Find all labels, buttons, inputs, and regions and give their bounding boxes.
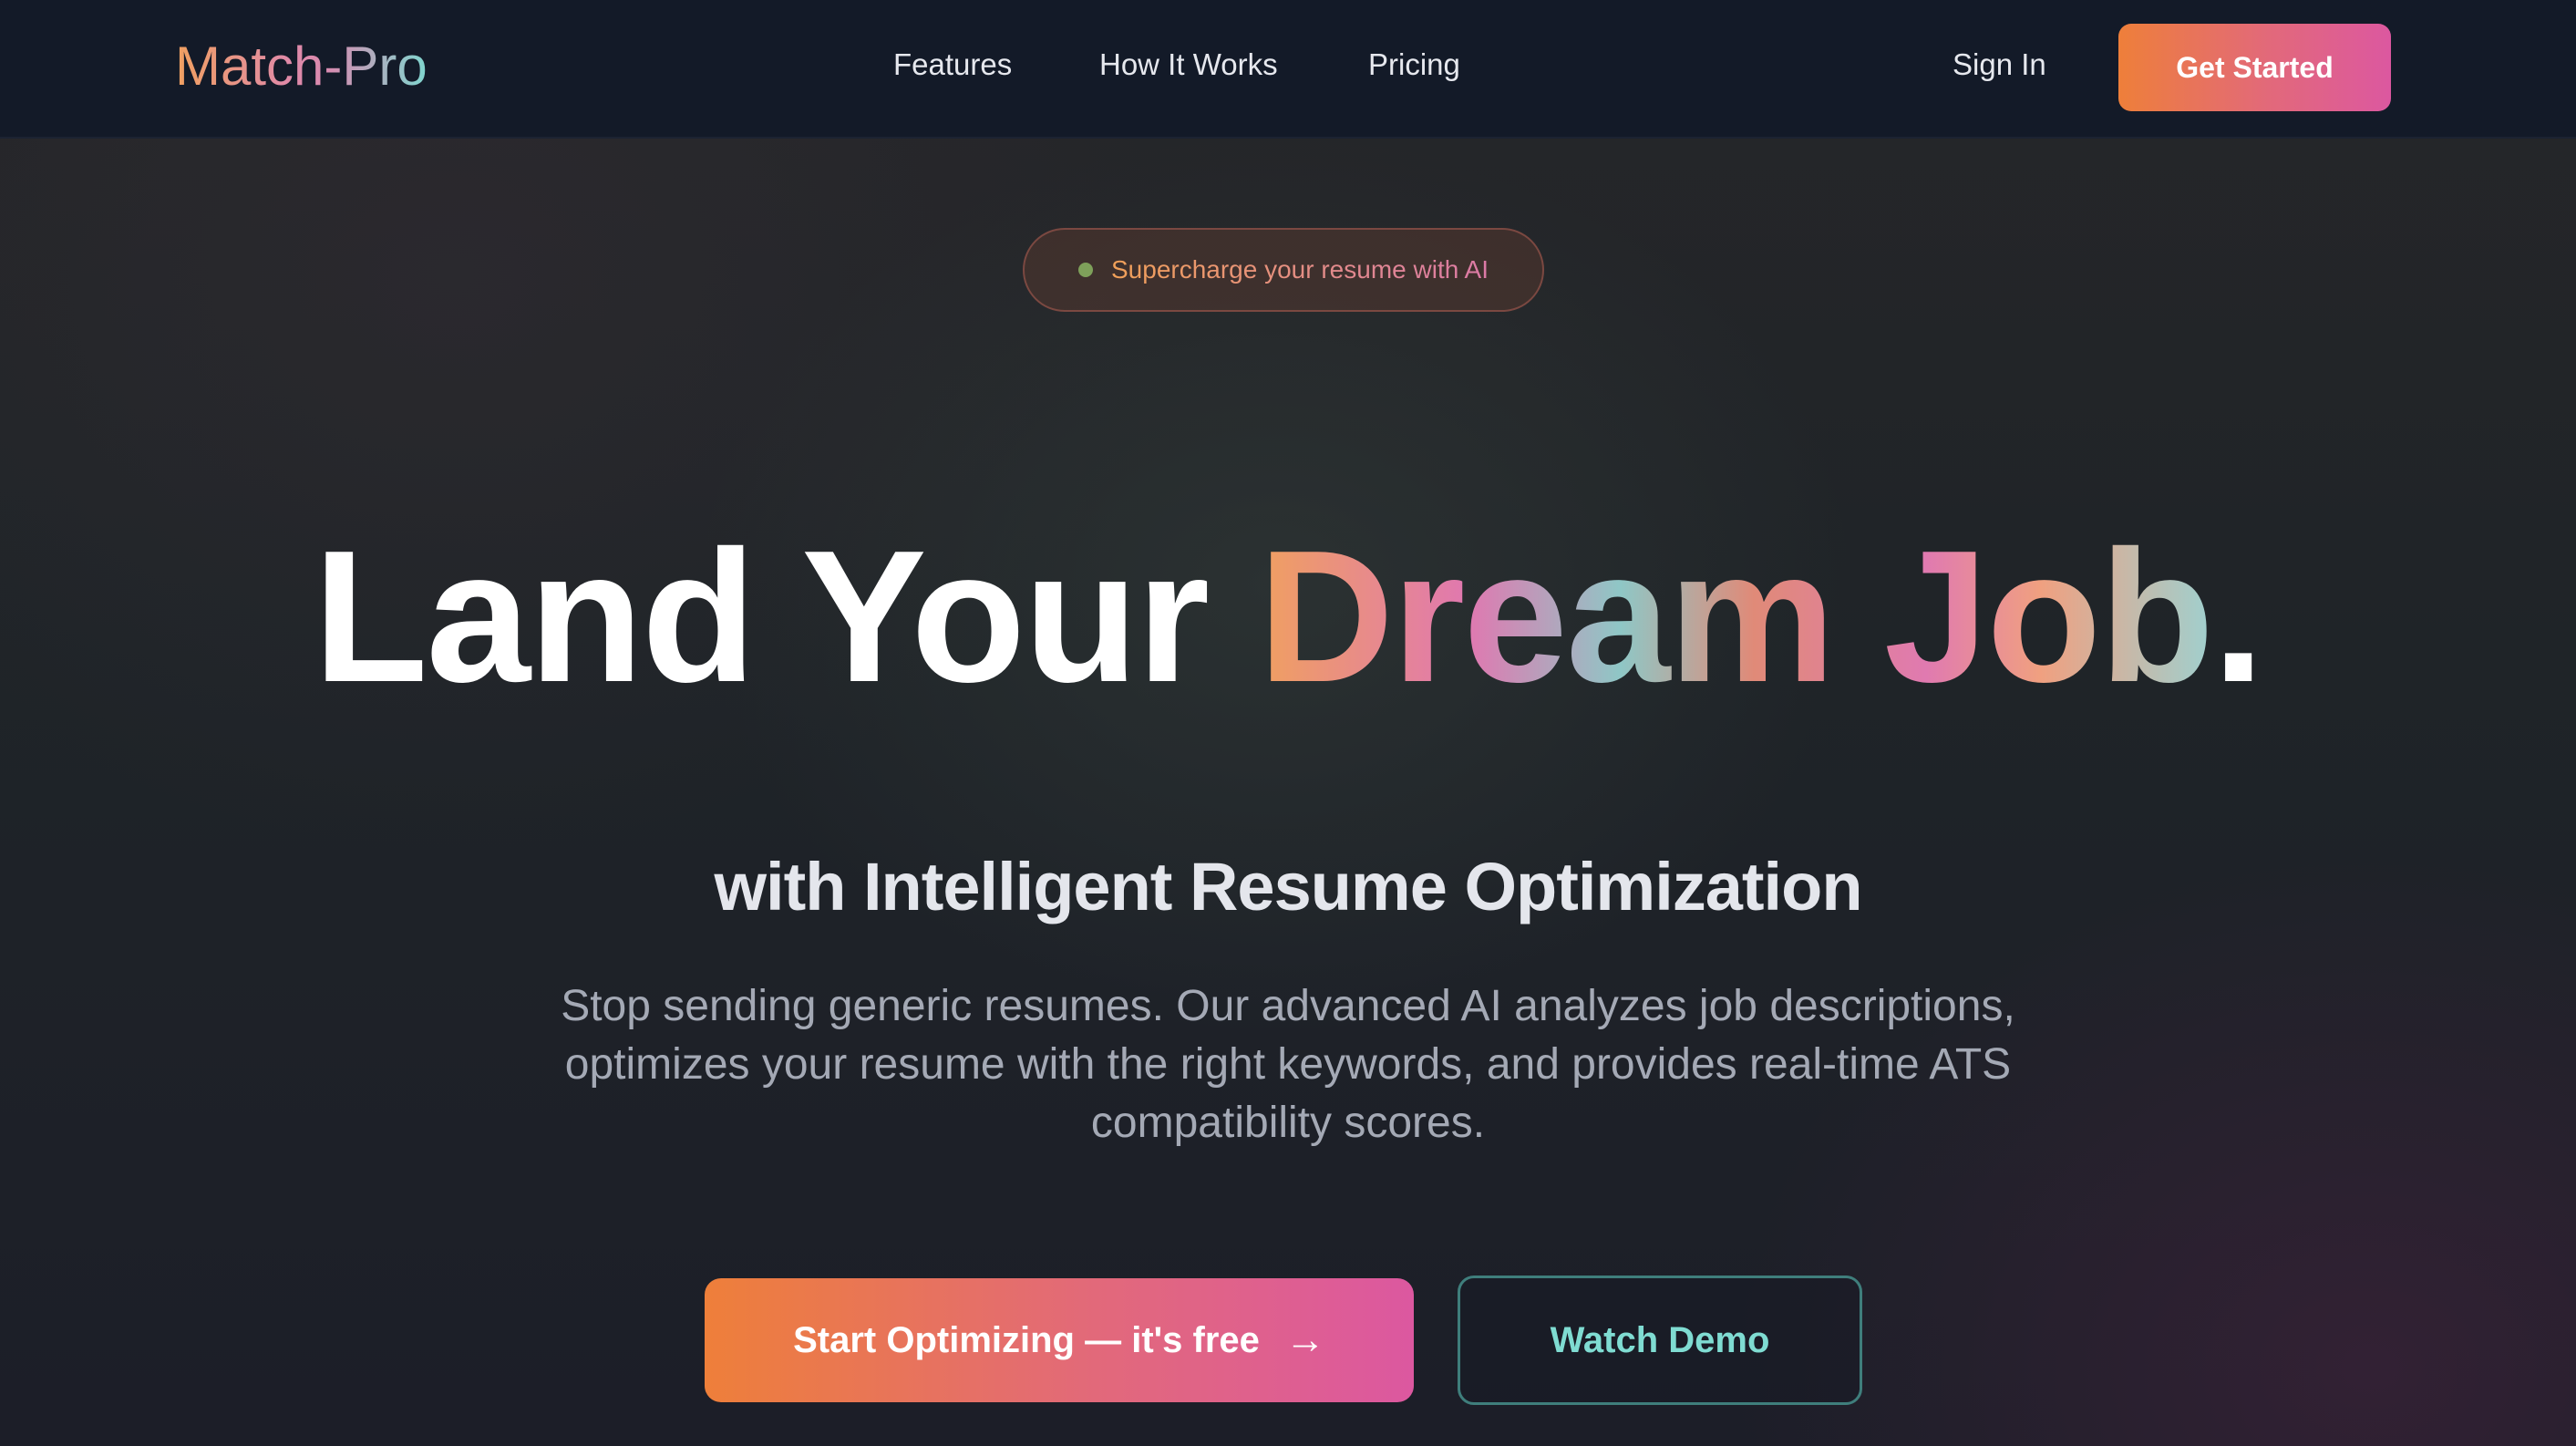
sign-in-link[interactable]: Sign In xyxy=(1953,47,2046,82)
nav-link-how-it-works[interactable]: How It Works xyxy=(1099,47,1336,82)
hero-headline: Land Your Dream Job. xyxy=(0,516,2576,717)
hero-description: Stop sending generic resumes. Our advanc… xyxy=(561,982,2015,1147)
watch-demo-button[interactable]: Watch Demo xyxy=(1458,1276,1862,1405)
status-dot-icon xyxy=(1078,263,1093,277)
hero-badge: Supercharge your resume with AI xyxy=(1023,228,1544,312)
top-navigation: Match-Pro Features How It Works Pricing … xyxy=(0,0,2576,139)
logo[interactable]: Match-Pro xyxy=(175,35,428,98)
headline-plain: Land Your xyxy=(313,511,1259,721)
headline-period: . xyxy=(2212,511,2264,721)
get-started-button[interactable]: Get Started xyxy=(2118,24,2391,111)
landing-page: Match-Pro Features How It Works Pricing … xyxy=(0,0,2576,1446)
nav-link-features[interactable]: Features xyxy=(893,47,1076,82)
start-optimizing-label: Start Optimizing — it's free xyxy=(793,1319,1260,1360)
headline-gradient: Dream Job xyxy=(1258,511,2214,721)
nav-link-pricing[interactable]: Pricing xyxy=(1368,47,1514,82)
hero-subheadline: with Intelligent Resume Optimization xyxy=(714,849,1862,924)
badge-label: Supercharge your resume with AI xyxy=(1111,255,1489,284)
arrow-right-icon: → xyxy=(1284,1317,1325,1362)
start-optimizing-button[interactable]: Start Optimizing — it's free → xyxy=(705,1278,1414,1402)
